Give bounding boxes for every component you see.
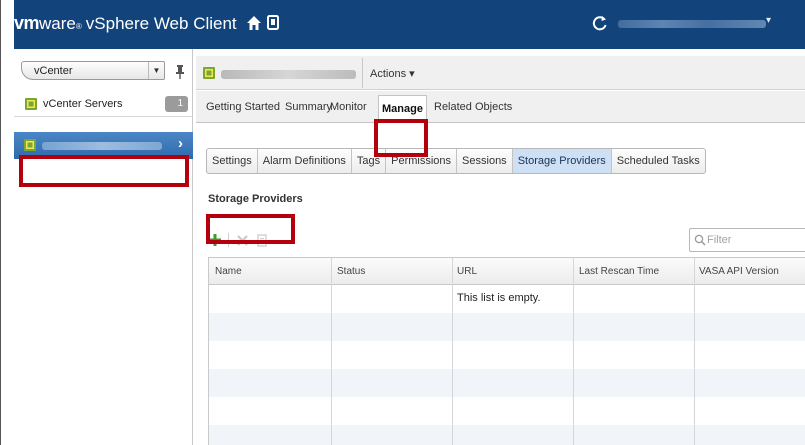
column-divider: [573, 258, 574, 445]
storage-providers-grid: Name Status URL Last Rescan Time VASA AP…: [208, 257, 805, 445]
subtab-storage-providers[interactable]: Storage Providers: [512, 149, 612, 173]
redacted-object-name: [221, 70, 356, 79]
breadcrumb-label: vCenter: [34, 65, 73, 77]
tab-related-objects[interactable]: Related Objects: [434, 101, 512, 113]
subtab-scheduled-tasks[interactable]: Scheduled Tasks: [612, 149, 705, 173]
recent-objects-icon[interactable]: [265, 14, 281, 32]
table-row: [209, 425, 805, 445]
column-header-vasa-api-version[interactable]: VASA API Version: [699, 266, 779, 277]
tab-getting-started[interactable]: Getting Started: [206, 101, 280, 113]
brand-ware: ware: [39, 14, 76, 33]
navigator-header: vCenter ▼: [14, 57, 193, 83]
actions-menu-button[interactable]: Actions ▾: [370, 67, 415, 80]
vcenter-server-icon: [24, 139, 36, 151]
refresh-icon[interactable]: [592, 15, 608, 31]
search-icon: [694, 234, 706, 246]
chevron-down-icon[interactable]: ▼: [148, 62, 164, 79]
main-content: Actions ▾ Getting Started Summary Monito…: [196, 49, 805, 445]
chevron-down-icon[interactable]: ▾: [766, 15, 771, 26]
user-menu[interactable]: [618, 20, 766, 28]
column-divider: [452, 258, 453, 445]
tab-summary[interactable]: Summary: [285, 101, 332, 113]
tab-monitor[interactable]: Monitor: [330, 101, 367, 113]
navigator-back-button[interactable]: vCenter ▼: [21, 61, 165, 80]
manage-subtabs: Settings Alarm Definitions Tags Permissi…: [206, 148, 706, 174]
object-header: Actions ▾: [196, 56, 805, 90]
highlight-box-navigator: [19, 155, 189, 187]
navigator-panel: vCenter ▼ vCenter Servers 1 ›: [14, 49, 193, 445]
vcenter-server-icon: [203, 67, 215, 79]
highlight-box-manage-tab: [374, 119, 428, 157]
column-header-url[interactable]: URL: [457, 266, 477, 277]
chevron-right-icon[interactable]: ›: [178, 135, 183, 152]
vcenter-servers-count-badge: 1: [165, 96, 188, 112]
empty-list-message: This list is empty.: [457, 292, 541, 304]
app-header: vm ware ® vSphere Web Client ▾: [14, 0, 805, 49]
divider: [362, 58, 363, 88]
object-tabs: Getting Started Summary Monitor Manage R…: [196, 91, 805, 124]
table-row: [209, 313, 805, 341]
brand-vm: vm: [14, 13, 40, 33]
column-header-status[interactable]: Status: [337, 266, 365, 277]
pin-icon[interactable]: [174, 65, 186, 79]
vcenter-servers-label: vCenter Servers: [43, 98, 123, 110]
vmware-logo: vm ware ® vSphere Web Client: [14, 13, 237, 37]
table-row: [209, 369, 805, 397]
subtab-sessions[interactable]: Sessions: [457, 149, 513, 173]
section-title: Storage Providers: [208, 193, 303, 205]
vcenter-servers-item[interactable]: vCenter Servers 1: [14, 93, 193, 117]
redacted-vcenter-name: [42, 142, 162, 150]
brand-registered-mark: ®: [75, 22, 82, 31]
filter-input[interactable]: Filter: [689, 228, 805, 252]
page-edge: [0, 0, 1, 445]
highlight-box-toolbar: [206, 214, 295, 244]
product-title: vSphere Web Client: [85, 14, 237, 33]
table-row: [209, 397, 805, 425]
subtab-alarm-definitions[interactable]: Alarm Definitions: [258, 149, 352, 173]
column-divider: [331, 258, 332, 445]
column-header-name[interactable]: Name: [215, 266, 242, 277]
home-icon[interactable]: [245, 14, 263, 32]
table-row: [209, 341, 805, 369]
vcenter-server-icon: [25, 98, 37, 110]
grid-header: Name Status URL Last Rescan Time VASA AP…: [209, 258, 805, 285]
column-divider: [694, 258, 695, 445]
filter-placeholder: Filter: [707, 234, 732, 246]
subtab-settings[interactable]: Settings: [207, 149, 258, 173]
column-header-last-rescan-time[interactable]: Last Rescan Time: [579, 266, 659, 277]
